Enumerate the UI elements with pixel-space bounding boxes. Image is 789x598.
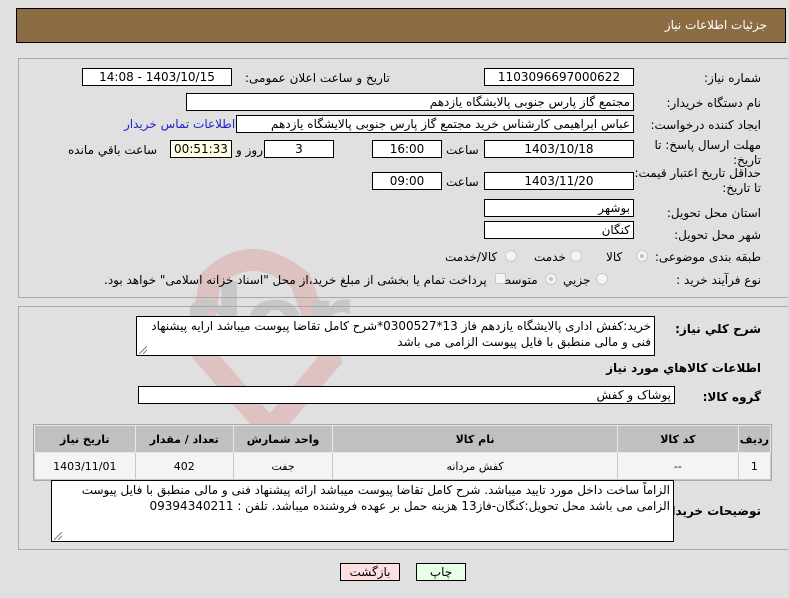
buyer-notes-text: الزاماً ساخت داخل مورد تایید میباشد. شرح… xyxy=(81,483,670,513)
summary-textarea[interactable]: خرید:کفش اداری پالایشگاه یازدهم فاز 13*0… xyxy=(136,316,655,356)
page-title: جزئیات اطلاعات نیاز xyxy=(664,18,767,32)
col-date: تاریخ نیاز xyxy=(34,425,136,453)
price-valid-label: حداقل تاریخ اعتبار قیمت: تا تاریخ: xyxy=(634,166,761,195)
deadline-date-field: 1403/10/18 xyxy=(484,140,634,158)
summary-label: شرح کلي نياز: xyxy=(675,322,761,336)
deadline-time-label: ساعت xyxy=(446,143,479,157)
days-field: 3 xyxy=(264,140,334,158)
treasury-checkbox[interactable] xyxy=(495,273,506,284)
cell-row: 1 xyxy=(737,452,772,480)
goods-group-field: پوشاک و کفش xyxy=(138,386,675,404)
days-label: روز و xyxy=(236,143,263,157)
col-code: کد کالا xyxy=(616,425,739,453)
goods-table: ردیف کد کالا نام کالا واحد شمارش تعداد /… xyxy=(33,424,772,481)
buyer-org-field: مجتمع گاز پارس جنوبی پالایشگاه یازدهم xyxy=(186,93,634,111)
category-option-service: خدمت xyxy=(534,250,566,264)
category-radio-both[interactable] xyxy=(505,250,517,262)
process-radio-minor[interactable] xyxy=(596,273,608,285)
buyer-contact-link[interactable]: اطلاعات تماس خریدار xyxy=(124,117,235,131)
creator-field: عباس ابراهیمی کارشناس خرید مجتمع گاز پار… xyxy=(236,115,634,133)
col-unit: واحد شمارش xyxy=(232,425,334,453)
remaining-time-field: 00:51:33 xyxy=(170,140,232,158)
province-field: بوشهر xyxy=(484,199,634,217)
cell-date: 1403/11/01 xyxy=(34,452,136,480)
deadline-time-field: 16:00 xyxy=(372,140,442,158)
category-radio-service[interactable] xyxy=(570,250,582,262)
cell-name: کفش مردانه xyxy=(332,452,618,480)
announce-field: 1403/10/15 - 14:08 xyxy=(82,68,232,86)
announce-label: تاریخ و ساعت اعلان عمومی: xyxy=(245,71,390,85)
process-radio-medium[interactable] xyxy=(545,273,557,285)
category-option-goods: کالا xyxy=(606,250,623,264)
buyer-notes-label: توضیحات خریدار: xyxy=(659,504,761,518)
need-number-label: شماره نیاز: xyxy=(704,71,761,85)
back-button[interactable]: بازگشت xyxy=(340,563,400,581)
creator-label: ایجاد کننده درخواست: xyxy=(650,118,761,132)
treasury-checkbox-label: پرداخت تمام یا بخشی از مبلغ خرید،از محل … xyxy=(104,273,487,287)
page-header: جزئیات اطلاعات نیاز xyxy=(16,8,786,43)
cell-code: -- xyxy=(616,452,739,480)
table-row: 1 -- کفش مردانه جفت 402 1403/11/01 xyxy=(34,452,772,480)
col-qty: تعداد / مقدار xyxy=(134,425,234,453)
buyer-notes-textarea[interactable]: الزاماً ساخت داخل مورد تایید میباشد. شرح… xyxy=(51,480,674,542)
goods-group-label: گروه کالا: xyxy=(702,390,761,404)
col-row: ردیف xyxy=(737,425,772,453)
deadline-label: مهلت ارسال پاسخ: تا تاریخ: xyxy=(654,138,761,167)
city-label: شهر محل تحویل: xyxy=(674,228,761,242)
cell-unit: جفت xyxy=(232,452,334,480)
process-label: نوع فرآیند خرید : xyxy=(676,273,761,287)
cell-qty: 402 xyxy=(134,452,234,480)
need-number-field: 1103096697000622 xyxy=(484,68,634,86)
category-label: طبقه بندی موضوعی: xyxy=(654,250,761,264)
resize-handle-icon[interactable] xyxy=(139,346,147,354)
price-valid-time-field: 09:00 xyxy=(372,172,442,190)
category-radio-goods[interactable] xyxy=(636,250,648,262)
goods-table-header: ردیف کد کالا نام کالا واحد شمارش تعداد /… xyxy=(34,425,772,453)
goods-section-title: اطلاعات کالاهاي مورد نياز xyxy=(606,361,761,375)
resize-handle-icon[interactable] xyxy=(54,532,62,540)
summary-text: خرید:کفش اداری پالایشگاه یازدهم فاز 13*0… xyxy=(151,319,651,349)
price-valid-time-label: ساعت xyxy=(446,175,479,189)
remaining-label: ساعت باقي مانده xyxy=(68,143,158,157)
print-button[interactable]: چاپ xyxy=(416,563,466,581)
buyer-org-label: نام دستگاه خریدار: xyxy=(666,96,762,110)
price-valid-date-field: 1403/11/20 xyxy=(484,172,634,190)
province-label: استان محل تحویل: xyxy=(666,206,761,220)
col-name: نام کالا xyxy=(332,425,618,453)
city-field: کنگان xyxy=(484,221,634,239)
category-option-both: کالا/خدمت xyxy=(445,250,498,264)
process-option-minor: جزیي xyxy=(563,273,591,287)
